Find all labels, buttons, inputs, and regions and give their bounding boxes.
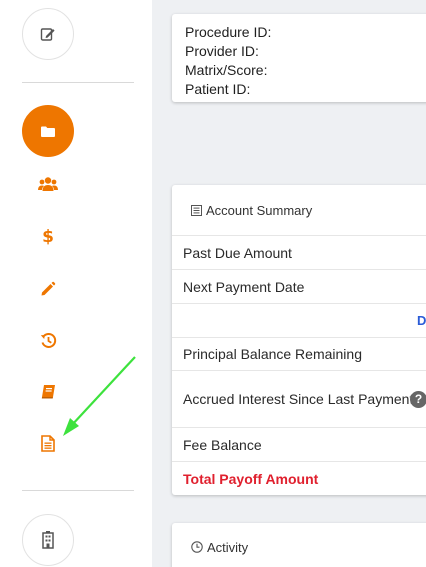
account-summary-card: Account Summary Past Due Amount Next Pay… [172, 185, 426, 495]
pencil-icon [41, 281, 56, 296]
account-summary-title: Account Summary [206, 202, 313, 218]
document-icon [41, 434, 55, 452]
procedure-id-label: Procedure ID: [185, 24, 272, 40]
payment-link[interactable]: D [417, 313, 426, 328]
principal-row: Principal Balance Remaining [172, 338, 426, 371]
total-payoff-label: Total Payoff Amount [183, 470, 319, 487]
clock-icon [191, 541, 203, 553]
next-payment-row: Next Payment Date [172, 270, 426, 304]
users-icon [38, 177, 58, 191]
nav-document[interactable] [36, 432, 60, 454]
accrued-interest-row: Accrued Interest Since Last Payment ? [172, 371, 426, 428]
total-payoff-row: Total Payoff Amount [172, 462, 426, 495]
payment-link-row: D [172, 304, 426, 338]
activity-title: Activity [207, 539, 249, 555]
list-icon [191, 204, 202, 216]
building-icon [42, 531, 54, 549]
fee-balance-row: Fee Balance [172, 428, 426, 462]
accrued-interest-label: Accrued Interest Since Last Payment [183, 391, 414, 407]
nav-billing[interactable]: $ [36, 226, 60, 248]
help-icon[interactable]: ? [410, 390, 426, 408]
next-payment-label: Next Payment Date [183, 278, 305, 295]
activity-card: Activity [172, 523, 426, 567]
building-button[interactable] [22, 514, 74, 566]
sidebar-divider-top [22, 82, 134, 83]
folder-button[interactable] [22, 105, 74, 157]
folder-icon [41, 126, 55, 137]
edit-button[interactable] [22, 8, 74, 60]
dollar-icon: $ [42, 226, 54, 247]
edit-icon [40, 28, 55, 41]
activity-header: Activity [172, 523, 426, 567]
nav-book[interactable] [36, 380, 60, 402]
history-icon [40, 332, 56, 348]
nav-history[interactable] [36, 329, 60, 351]
provider-id-label: Provider ID: [185, 43, 259, 59]
nav-users[interactable] [36, 173, 60, 195]
nav-edit[interactable] [36, 278, 60, 300]
book-icon [41, 384, 55, 398]
fee-balance-label: Fee Balance [183, 436, 262, 453]
sidebar-divider-bottom [22, 490, 134, 491]
past-due-row: Past Due Amount [172, 236, 426, 270]
matrix-score-label: Matrix/Score: [185, 62, 268, 78]
principal-label: Principal Balance Remaining [183, 346, 362, 362]
sidebar: $ [0, 0, 152, 567]
patient-id-label: Patient ID: [185, 81, 251, 97]
ids-panel: Procedure ID: Provider ID: Matrix/Score:… [172, 14, 426, 102]
past-due-label: Past Due Amount [183, 244, 292, 261]
account-summary-header: Account Summary [172, 185, 426, 236]
